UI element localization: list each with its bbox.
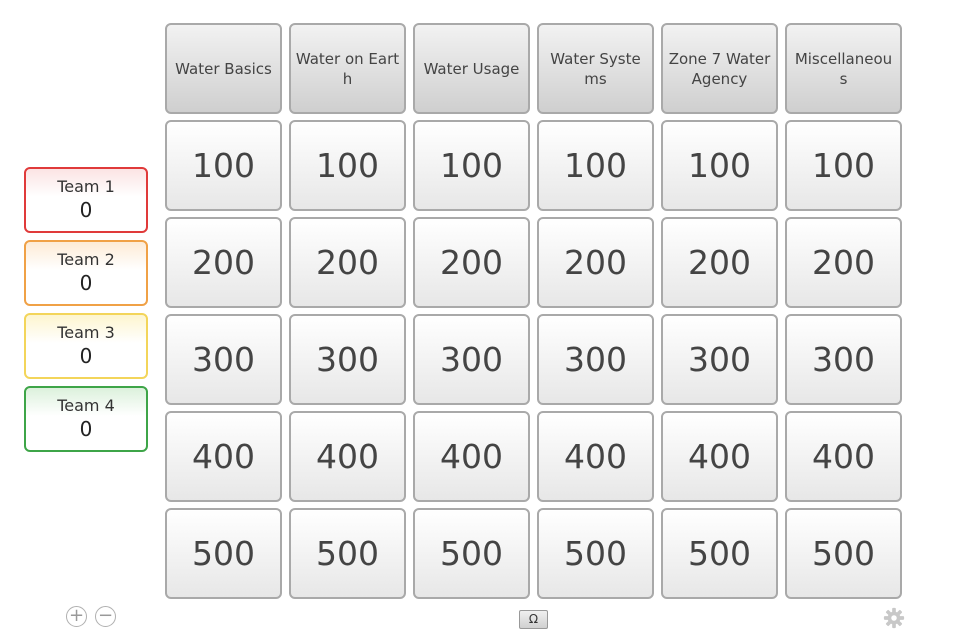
question-tile[interactable]: 400 [165, 411, 282, 502]
question-tile[interactable]: 100 [413, 120, 530, 211]
team-name: Team 2 [57, 250, 115, 269]
team-score: 0 [79, 198, 93, 222]
category-header: Water Usage [413, 23, 530, 114]
question-tile[interactable]: 100 [537, 120, 654, 211]
question-tile[interactable]: 300 [661, 314, 778, 405]
team-name: Team 3 [57, 323, 115, 342]
question-tile[interactable]: 400 [785, 411, 902, 502]
question-tile[interactable]: 200 [661, 217, 778, 308]
team-1-card[interactable]: Team 1 0 [24, 167, 148, 233]
question-tile[interactable]: 300 [165, 314, 282, 405]
question-tile[interactable]: 100 [289, 120, 406, 211]
jeopardy-board: Water Basics Water on Earth Water Usage Wat… [165, 23, 902, 605]
team-2-card[interactable]: Team 2 0 [24, 240, 148, 306]
question-tile[interactable]: 500 [289, 508, 406, 599]
question-tile[interactable]: 400 [537, 411, 654, 502]
question-tile[interactable]: 100 [661, 120, 778, 211]
gear-icon[interactable] [883, 607, 905, 629]
category-header: Miscellaneous [785, 23, 902, 114]
question-tile[interactable]: 200 [413, 217, 530, 308]
team-score: 0 [79, 271, 93, 295]
category-header: Zone 7 Water Agency [661, 23, 778, 114]
question-tile[interactable]: 500 [537, 508, 654, 599]
team-name: Team 1 [57, 177, 115, 196]
team-score: 0 [79, 417, 93, 441]
category-header: Water Basics [165, 23, 282, 114]
special-characters-button[interactable]: Ω [519, 610, 548, 629]
question-tile[interactable]: 200 [289, 217, 406, 308]
question-tile[interactable]: 400 [413, 411, 530, 502]
question-tile[interactable]: 400 [289, 411, 406, 502]
question-tile[interactable]: 500 [785, 508, 902, 599]
category-header: Water Systems [537, 23, 654, 114]
question-tile[interactable]: 300 [537, 314, 654, 405]
team-4-card[interactable]: Team 4 0 [24, 386, 148, 452]
question-tile[interactable]: 100 [785, 120, 902, 211]
team-name: Team 4 [57, 396, 115, 415]
minus-circle-icon[interactable]: − [95, 606, 116, 627]
question-tile[interactable]: 500 [165, 508, 282, 599]
question-tile[interactable]: 200 [537, 217, 654, 308]
team-score: 0 [79, 344, 93, 368]
question-tile[interactable]: 500 [413, 508, 530, 599]
question-tile[interactable]: 300 [413, 314, 530, 405]
category-header: Water on Earth [289, 23, 406, 114]
team-3-card[interactable]: Team 3 0 [24, 313, 148, 379]
question-tile[interactable]: 200 [165, 217, 282, 308]
question-tile[interactable]: 400 [661, 411, 778, 502]
plus-circle-icon[interactable]: + [66, 606, 87, 627]
question-tile[interactable]: 300 [289, 314, 406, 405]
question-tile[interactable]: 300 [785, 314, 902, 405]
team-scoreboard: Team 1 0 Team 2 0 Team 3 0 Team 4 0 [24, 167, 148, 459]
question-tile[interactable]: 200 [785, 217, 902, 308]
question-tile[interactable]: 100 [165, 120, 282, 211]
question-tile[interactable]: 500 [661, 508, 778, 599]
